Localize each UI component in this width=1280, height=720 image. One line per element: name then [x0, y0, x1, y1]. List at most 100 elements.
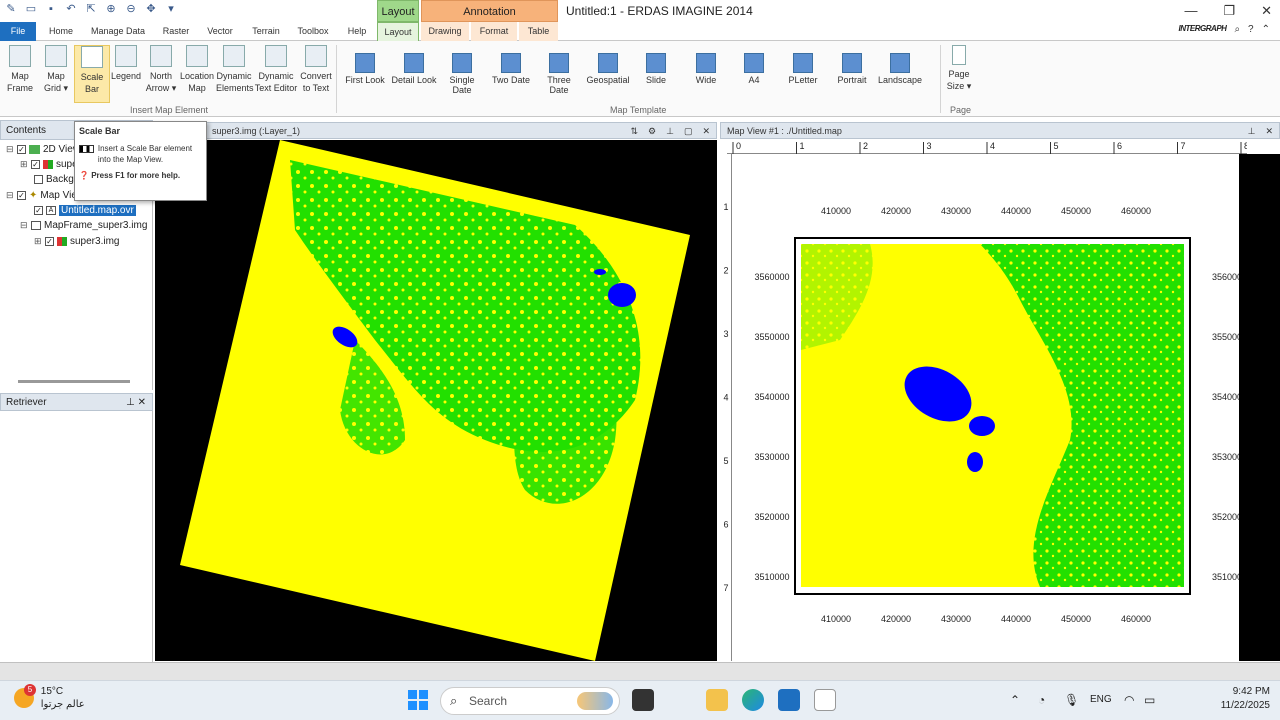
save-icon[interactable]: ▪: [44, 2, 58, 16]
tree-node-2d-view[interactable]: ⊟ ✓ 2D View: [6, 144, 80, 155]
tab-raster[interactable]: Raster: [158, 22, 194, 41]
tab-home[interactable]: Home: [44, 22, 78, 41]
mapview-canvas[interactable]: 410000 420000 430000 440000 450000 460000 410…: [720, 140, 1280, 661]
retriever-panel-title: Retriever: [6, 397, 47, 408]
tab-terrain[interactable]: Terrain: [246, 22, 286, 41]
tab-file[interactable]: File: [0, 22, 36, 41]
ruler-label: 3: [927, 141, 932, 151]
geospatial-icon: [598, 53, 618, 73]
tray-chevron-icon[interactable]: ⌃: [1010, 693, 1020, 707]
map-view-icon: ✦: [29, 190, 38, 201]
tab-drawing[interactable]: Drawing: [421, 22, 469, 41]
view2d-canvas[interactable]: [155, 140, 717, 661]
tree-node-mapframe-layer[interactable]: ⊞ ✓ super3.img: [34, 236, 119, 247]
template-slide[interactable]: Slide: [640, 53, 672, 85]
template-geospatial[interactable]: Geospatial: [586, 53, 630, 85]
tab-table[interactable]: Table: [519, 22, 558, 41]
zoom-in-icon[interactable]: ⊕: [104, 2, 118, 16]
scale-bar-icon: [79, 145, 94, 153]
x-tick-label: 460000: [1121, 614, 1151, 624]
template-single-date[interactable]: Single Date: [439, 53, 485, 95]
search-commands-icon[interactable]: ⌕: [1234, 24, 1240, 35]
tab-manage-data[interactable]: Manage Data: [86, 22, 150, 41]
contents-scrollbar[interactable]: [18, 380, 130, 383]
convert-to-text-icon: [305, 45, 327, 67]
convert-to-text-button[interactable]: Convert to Text: [298, 45, 334, 94]
close-icon[interactable]: ✕: [1261, 3, 1272, 19]
tree-node-mapframe[interactable]: ⊟ MapFrame_super3.img: [20, 220, 147, 231]
ribbon-minimize-icon[interactable]: ⌃: [1262, 24, 1270, 35]
location-map-button[interactable]: Location Map: [179, 45, 215, 94]
erdas-taskbar-icon[interactable]: [814, 689, 836, 711]
dynamic-elements-button[interactable]: Dynamic Elements: [216, 45, 254, 94]
map-frame-button[interactable]: Map Frame: [2, 45, 38, 94]
sync-icon[interactable]: ⇅: [630, 123, 638, 140]
template-portrait[interactable]: Portrait: [835, 53, 869, 85]
close-icon[interactable]: ✕: [702, 123, 710, 140]
classified-image-2d: [180, 140, 690, 661]
network-icon[interactable]: ◔: [1038, 693, 1045, 707]
help-icon[interactable]: ?: [1248, 24, 1254, 35]
template-a4[interactable]: A4: [740, 53, 768, 85]
map-template-group-label: Map Template: [610, 105, 667, 115]
zoom-out-icon[interactable]: ⊖: [124, 2, 138, 16]
store-icon[interactable]: [778, 689, 800, 711]
close-icon[interactable]: ✕: [138, 397, 146, 408]
open-icon[interactable]: ▭: [24, 2, 38, 16]
scale-bar-button[interactable]: Scale Bar: [74, 45, 110, 103]
pin-icon[interactable]: ⊥: [126, 397, 135, 408]
template-pletter[interactable]: PLetter: [785, 53, 821, 85]
link-icon[interactable]: ⚙: [648, 123, 656, 140]
tab-format[interactable]: Format: [471, 22, 517, 41]
close-icon[interactable]: ✕: [1265, 123, 1273, 140]
customize-qat-icon[interactable]: ▾: [164, 2, 178, 16]
start-button[interactable]: [408, 690, 428, 710]
annotation-icon: A: [46, 205, 56, 215]
tab-layout[interactable]: Layout: [377, 22, 419, 41]
template-first-look[interactable]: First Look: [345, 53, 385, 85]
scale-bar-icon: [81, 46, 103, 68]
pointer-icon[interactable]: ⇱: [84, 2, 98, 16]
north-arrow-button[interactable]: North Arrow ▾: [143, 45, 179, 94]
tab-toolbox[interactable]: Toolbox: [292, 22, 334, 41]
pin-icon[interactable]: ⊥: [1248, 123, 1256, 140]
tab-vector[interactable]: Vector: [202, 22, 238, 41]
maximize-icon[interactable]: ❐: [1223, 3, 1235, 19]
microphone-icon[interactable]: 🎙: [1064, 693, 1079, 707]
template-wide[interactable]: Wide: [690, 53, 722, 85]
weather-widget[interactable]: 5 15°C عالم جرتوا: [14, 684, 85, 711]
clock-date: 11/22/2025: [1220, 700, 1270, 711]
ruler-label: 1: [723, 202, 728, 212]
template-landscape[interactable]: Landscape: [878, 53, 922, 85]
x-tick-label: 410000: [821, 206, 851, 216]
wifi-icon[interactable]: ◠: [1124, 693, 1134, 707]
dynamic-text-editor-button[interactable]: Dynamic Text Editor: [254, 45, 298, 94]
pin-icon[interactable]: ⊥: [666, 123, 674, 140]
tree-node-annotation[interactable]: ✓ A Untitled.map.ovr: [34, 205, 136, 216]
template-two-date[interactable]: Two Date: [491, 53, 531, 85]
minimize-icon[interactable]: —: [1184, 3, 1197, 19]
template-detail-look[interactable]: Detail Look: [391, 53, 437, 85]
restore-icon[interactable]: ▢: [684, 123, 693, 140]
clock[interactable]: 9:42 PM 11/22/2025: [1221, 685, 1270, 713]
slide-icon: [646, 53, 666, 73]
page-size-button[interactable]: Page Size ▾: [944, 45, 974, 92]
windows-icon: [408, 701, 417, 710]
undo-icon[interactable]: ↶: [64, 2, 78, 16]
first-look-icon: [355, 53, 375, 73]
ribbon-right-tools: INTERGRAPH ⌕ ? ⌃: [1179, 24, 1270, 35]
file-explorer-icon[interactable]: [706, 689, 728, 711]
battery-icon[interactable]: ▭: [1144, 693, 1155, 707]
tab-help[interactable]: Help: [342, 22, 372, 41]
template-three-date[interactable]: Three Date: [537, 53, 581, 95]
tree-node-map-view[interactable]: ⊟ ✓ ✦ Map View: [6, 190, 84, 201]
map-grid-button[interactable]: Map Grid ▾: [38, 45, 74, 94]
windows-icon: [419, 690, 428, 699]
edge-icon[interactable]: [742, 689, 764, 711]
legend-button[interactable]: Legend: [108, 45, 144, 82]
pan-icon[interactable]: ✥: [144, 2, 158, 16]
taskbar-search[interactable]: ⌕ Search: [440, 687, 620, 715]
task-view-icon[interactable]: [632, 689, 654, 711]
language-indicator[interactable]: ENG: [1090, 694, 1112, 705]
quick-access-toolbar: ✎ ▭ ▪ ↶ ⇱ ⊕ ⊖ ✥ ▾: [4, 2, 178, 16]
